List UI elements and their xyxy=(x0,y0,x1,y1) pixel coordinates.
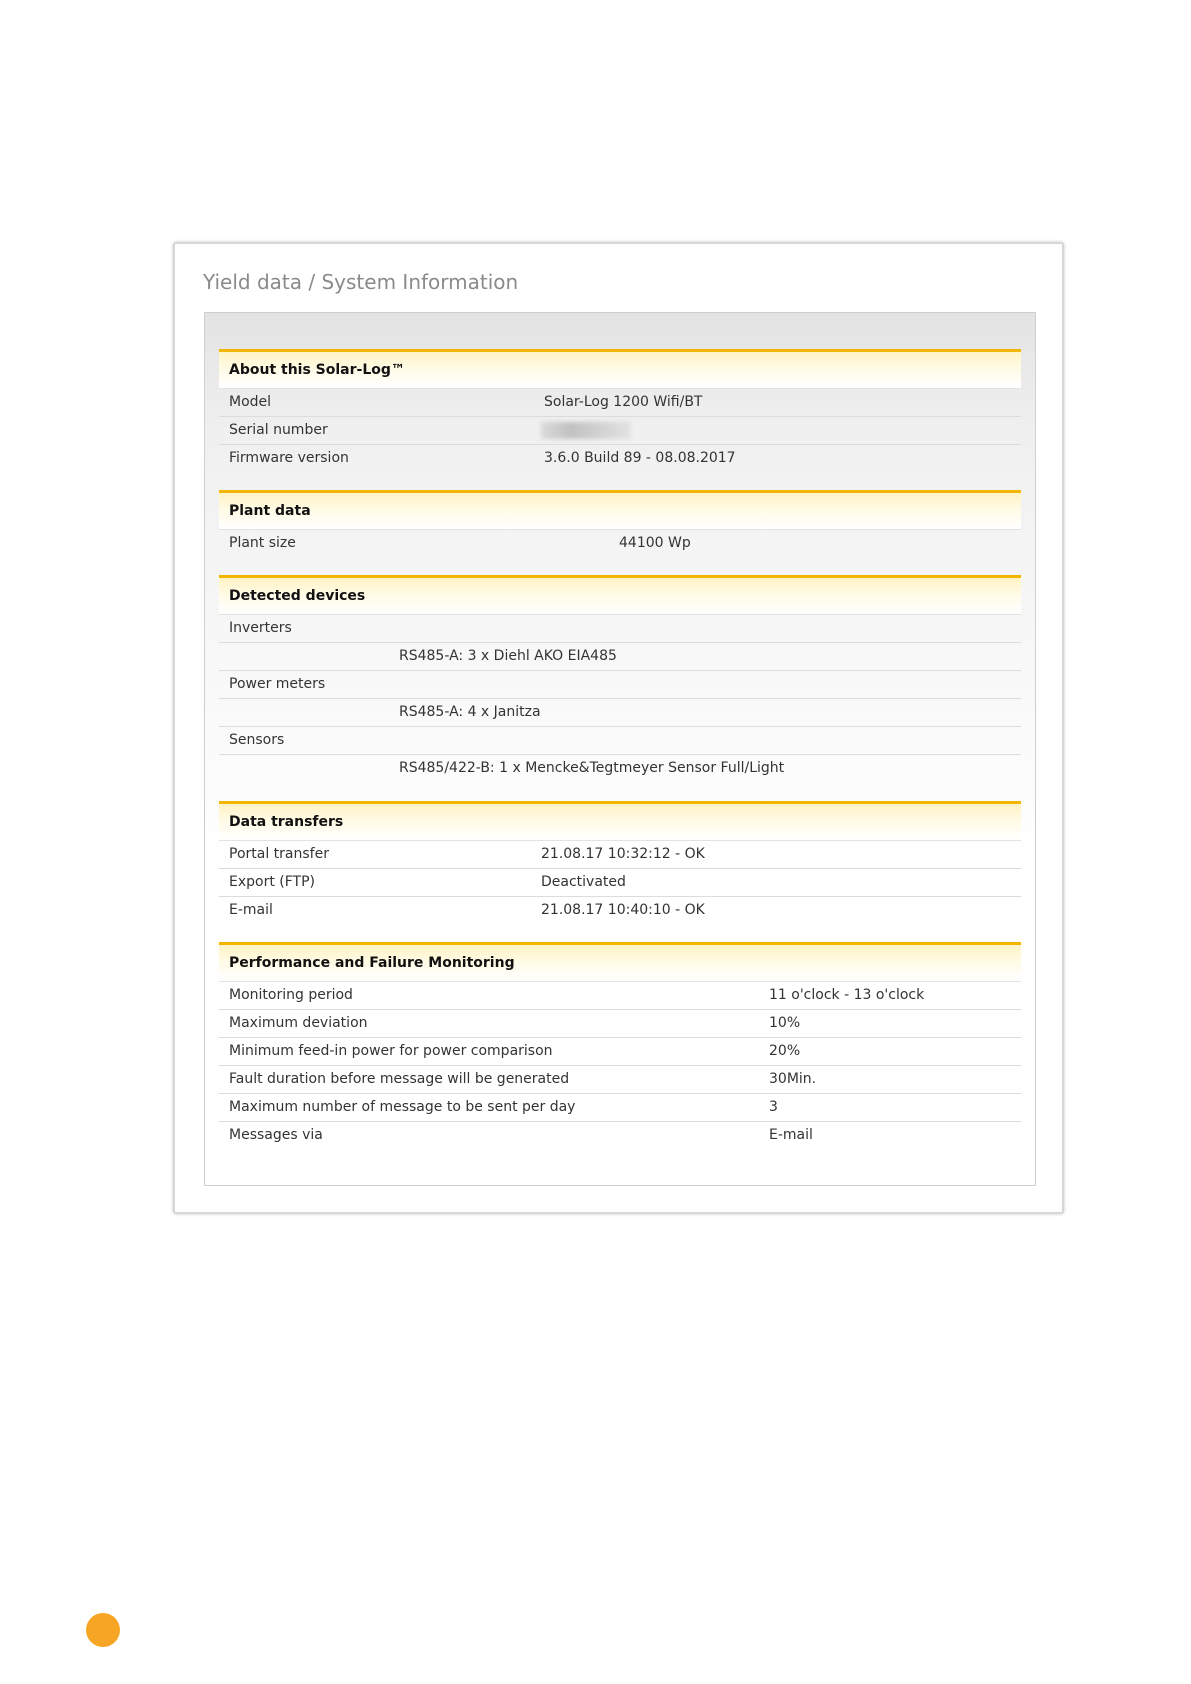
table-row-firmware-version: Firmware version 3.6.0 Build 89 - 08.08.… xyxy=(219,445,1021,473)
row-value: 44100 Wp xyxy=(619,535,691,551)
row-value: 21.08.17 10:40:10 - OK xyxy=(541,902,705,918)
row-label: Power meters xyxy=(229,676,326,692)
table-row-portal-transfer: Portal transfer 21.08.17 10:32:12 - OK xyxy=(219,841,1021,869)
table-row-sensors: Sensors xyxy=(219,727,1021,755)
row-value: Solar-Log 1200 Wifi/BT xyxy=(544,394,703,410)
table-row-fault-duration: Fault duration before message will be ge… xyxy=(219,1066,1021,1094)
table-row-power-meters-detail: RS485-A: 4 x Janitza xyxy=(219,699,1021,727)
table-row-serial-number: Serial number xyxy=(219,417,1021,445)
row-value: RS485-A: 3 x Diehl AKO EIA485 xyxy=(399,648,617,664)
section-header-plant: Plant data xyxy=(219,490,1021,530)
table-row-monitoring-period: Monitoring period 11 o'clock - 13 o'cloc… xyxy=(219,982,1021,1010)
table-row-model: Model Solar-Log 1200 Wifi/BT xyxy=(219,389,1021,417)
table-row-power-meters: Power meters xyxy=(219,671,1021,699)
row-value: 10% xyxy=(769,1015,801,1031)
row-label: Model xyxy=(229,394,272,410)
section-devices: Detected devices Inverters RS485-A: 3 x … xyxy=(219,575,1021,783)
row-value: 3 xyxy=(769,1099,778,1115)
section-about: About this Solar-Log™ Model Solar-Log 12… xyxy=(219,349,1021,473)
row-value: RS485/422-B: 1 x Mencke&Tegtmeyer Sensor… xyxy=(399,760,785,776)
info-panel: About this Solar-Log™ Model Solar-Log 12… xyxy=(204,312,1036,1186)
window-title: Yield data / System Information xyxy=(203,270,519,294)
table-row-max-messages: Maximum number of message to be sent per… xyxy=(219,1094,1021,1122)
row-label: Minimum feed-in power for power comparis… xyxy=(229,1043,553,1059)
section-header-monitoring: Performance and Failure Monitoring xyxy=(219,942,1021,982)
table-row-sensors-detail: RS485/422-B: 1 x Mencke&Tegtmeyer Sensor… xyxy=(219,755,1021,783)
section-header-about: About this Solar-Log™ xyxy=(219,349,1021,389)
table-row-inverters-detail: RS485-A: 3 x Diehl AKO EIA485 xyxy=(219,643,1021,671)
section-transfers: Data transfers Portal transfer 21.08.17 … xyxy=(219,801,1021,925)
table-row-inverters: Inverters xyxy=(219,615,1021,643)
row-label: Maximum deviation xyxy=(229,1015,368,1031)
system-information-window: Yield data / System Information About th… xyxy=(173,242,1064,1214)
row-label: Firmware version xyxy=(229,450,349,466)
table-row-messages-via: Messages via E-mail xyxy=(219,1122,1021,1150)
row-label: Fault duration before message will be ge… xyxy=(229,1071,570,1087)
row-label: Serial number xyxy=(229,422,328,438)
table-row-plant-size: Plant size 44100 Wp xyxy=(219,530,1021,558)
row-value: 3.6.0 Build 89 - 08.08.2017 xyxy=(544,450,736,466)
row-label: Plant size xyxy=(229,535,296,551)
table-row-maximum-deviation: Maximum deviation 10% xyxy=(219,1010,1021,1038)
section-header-devices: Detected devices xyxy=(219,575,1021,615)
table-row-export-ftp: Export (FTP) Deactivated xyxy=(219,869,1021,897)
table-row-minimum-feed-in: Minimum feed-in power for power comparis… xyxy=(219,1038,1021,1066)
row-label: Sensors xyxy=(229,732,285,748)
row-label: Export (FTP) xyxy=(229,874,316,890)
row-value: 30Min. xyxy=(769,1071,817,1087)
row-label: Portal transfer xyxy=(229,846,329,862)
row-label: Messages via xyxy=(229,1127,323,1143)
page-marker-dot xyxy=(86,1613,120,1647)
serial-number-redacted xyxy=(541,422,631,439)
section-header-transfers: Data transfers xyxy=(219,801,1021,841)
row-value: 11 o'clock - 13 o'clock xyxy=(769,987,925,1003)
row-value: Deactivated xyxy=(541,874,626,890)
row-value: E-mail xyxy=(769,1127,813,1143)
row-label: Monitoring period xyxy=(229,987,353,1003)
row-value: RS485-A: 4 x Janitza xyxy=(399,704,541,720)
section-plant: Plant data Plant size 44100 Wp xyxy=(219,490,1021,558)
table-row-email: E-mail 21.08.17 10:40:10 - OK xyxy=(219,897,1021,925)
row-label: E-mail xyxy=(229,902,273,918)
row-label: Inverters xyxy=(229,620,292,636)
section-monitoring: Performance and Failure Monitoring Monit… xyxy=(219,942,1021,1150)
row-label: Maximum number of message to be sent per… xyxy=(229,1099,576,1115)
row-value: 20% xyxy=(769,1043,801,1059)
row-value: 21.08.17 10:32:12 - OK xyxy=(541,846,705,862)
